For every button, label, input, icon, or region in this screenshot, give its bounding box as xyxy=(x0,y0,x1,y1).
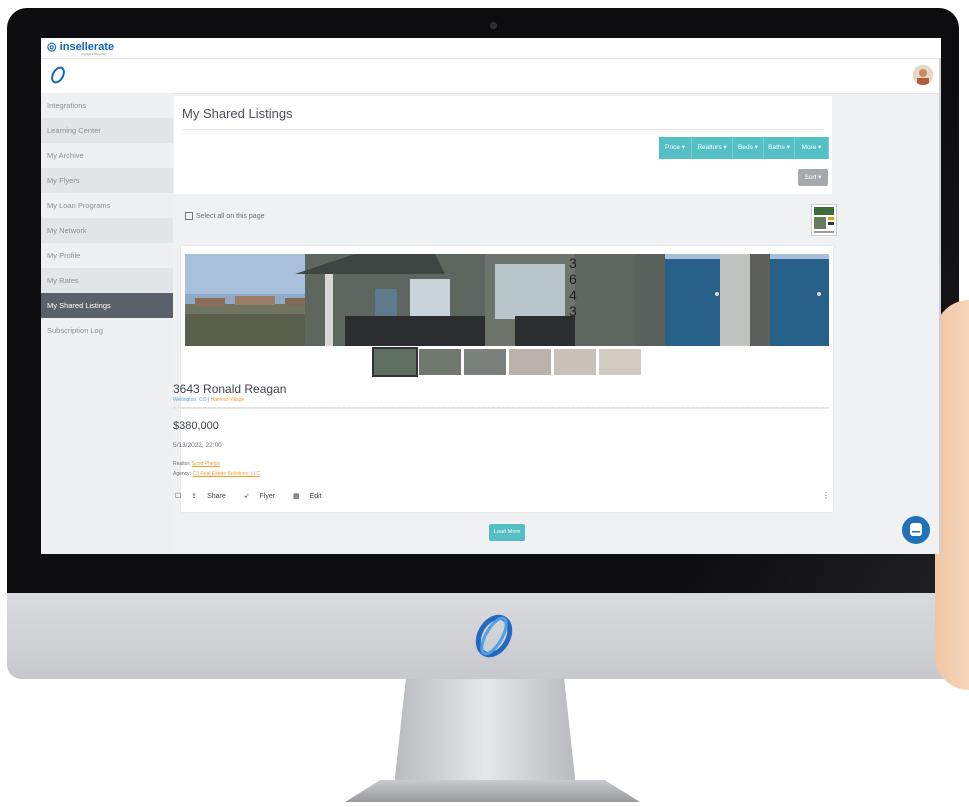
sidebar-item-learning-center[interactable]: Learning Center xyxy=(41,118,173,143)
camera xyxy=(490,22,497,29)
chat-button[interactable] xyxy=(902,516,930,544)
svg-text:3: 3 xyxy=(569,255,577,271)
realtor-label: Realtor: xyxy=(173,461,191,467)
house-photo-icon: 3 6 4 3 xyxy=(185,254,829,346)
flyer-button[interactable]: ➶ Flyer xyxy=(244,493,283,500)
app-screen: ◎ insellerate engage intelligently Integ… xyxy=(41,38,941,554)
sidebar-item-integrations[interactable]: Integrations xyxy=(41,93,173,118)
brand-logo-icon: ◎ xyxy=(47,41,57,53)
flyer-preview-icon xyxy=(812,205,836,235)
load-more-button[interactable]: Load More xyxy=(489,524,525,541)
sort-button[interactable]: Sort ▾ xyxy=(798,169,828,186)
listing-checkbox[interactable]: ☐ xyxy=(175,493,181,500)
brand-tagline: engage intelligently xyxy=(81,52,107,56)
agency-label: Agency: xyxy=(173,471,192,477)
listing-photo[interactable]: 3 6 4 3 xyxy=(185,254,829,346)
filter-more-button[interactable]: More ▾ xyxy=(795,137,829,159)
listing-price: $380,000 xyxy=(173,420,219,432)
avatar-icon xyxy=(913,65,933,85)
listings-header-card: My Shared Listings Price ▾ Realtors ▾ Be… xyxy=(174,96,832,194)
select-all-label: Select all on this page xyxy=(196,212,265,220)
flyer-thumbnail[interactable] xyxy=(811,204,837,236)
monitor-base xyxy=(345,780,640,802)
filter-beds-button[interactable]: Beds ▾ xyxy=(733,137,764,159)
listing-date: 5/13/2022, 22:00 xyxy=(173,442,222,449)
photo-thumbnail[interactable] xyxy=(509,349,551,375)
app-header xyxy=(41,59,941,94)
sidebar-item-my-archive[interactable]: My Archive xyxy=(41,143,173,168)
app-logo-icon[interactable] xyxy=(49,66,67,84)
sidebar-item-my-shared-listings[interactable]: My Shared Listings xyxy=(41,293,173,318)
photo-thumbnail[interactable] xyxy=(599,349,641,375)
svg-text:4: 4 xyxy=(569,287,577,303)
sidebar-item-my-flyers[interactable]: My Flyers xyxy=(41,168,173,193)
photo-thumbnail[interactable] xyxy=(554,349,596,375)
listing-agency: Agency: C3 Real Estate Solutions, LLC xyxy=(173,471,260,477)
chat-icon xyxy=(910,523,922,536)
send-icon: ➶ xyxy=(243,493,250,500)
divider xyxy=(182,129,824,130)
listing-address[interactable]: 3643 Ronald Reagan xyxy=(173,382,286,396)
realtor-link[interactable]: Scott Phelps xyxy=(192,461,220,467)
filter-price-button[interactable]: Price ▾ xyxy=(659,137,692,159)
svg-text:6: 6 xyxy=(569,271,577,287)
listing-card[interactable]: 3 6 4 3 3643 Ronald Reagan Wellington, C… xyxy=(173,246,833,512)
sidebar-item-my-rates[interactable]: My Rates xyxy=(41,268,173,293)
listing-location: Wellington, CO | Harvest Village xyxy=(173,397,245,403)
select-all[interactable]: Select all on this page xyxy=(185,212,265,220)
more-options-icon[interactable]: ⋮ xyxy=(822,491,830,500)
share-icon: ⇪ xyxy=(191,493,198,500)
sidebar-item-subscription-log[interactable]: Subscription Log xyxy=(41,318,173,343)
page-title: My Shared Listings xyxy=(182,106,293,121)
grid-icon: ▦ xyxy=(293,493,300,500)
photo-thumbnails xyxy=(372,347,644,377)
listing-actions: ☐ ⇪ Share ➶ Flyer ▦ Edit xyxy=(175,492,338,500)
select-all-checkbox[interactable] xyxy=(185,212,193,220)
sidebar: Integrations Learning Center My Archive … xyxy=(41,93,173,554)
avatar[interactable] xyxy=(913,65,933,85)
listing-subdivision: Harvest Village xyxy=(210,397,245,403)
filter-baths-button[interactable]: Baths ▾ xyxy=(764,137,795,159)
sidebar-item-my-loan-programs[interactable]: My Loan Programs xyxy=(41,193,173,218)
divider xyxy=(173,407,829,409)
edit-button[interactable]: ▦ Edit xyxy=(293,493,330,500)
brand-logo-icon xyxy=(475,614,513,658)
svg-text:3: 3 xyxy=(569,303,577,319)
filter-realtors-button[interactable]: Realtors ▾ xyxy=(692,137,733,159)
monitor-stand xyxy=(395,679,575,791)
listing-city: Wellington, CO xyxy=(173,397,207,403)
agency-link[interactable]: C3 Real Estate Solutions, LLC xyxy=(192,471,260,477)
sidebar-item-my-profile[interactable]: My Profile xyxy=(41,243,173,268)
sidebar-item-my-network[interactable]: My Network xyxy=(41,218,173,243)
brand-bar: ◎ insellerate engage intelligently xyxy=(41,38,941,59)
photo-thumbnail[interactable] xyxy=(464,349,506,375)
photo-thumbnail[interactable] xyxy=(419,349,461,375)
photo-thumbnail[interactable] xyxy=(372,347,418,377)
listing-realtor: Realtor: Scott Phelps xyxy=(173,461,220,467)
share-button[interactable]: ⇪ Share xyxy=(191,493,234,500)
scrollbar[interactable] xyxy=(939,58,941,554)
